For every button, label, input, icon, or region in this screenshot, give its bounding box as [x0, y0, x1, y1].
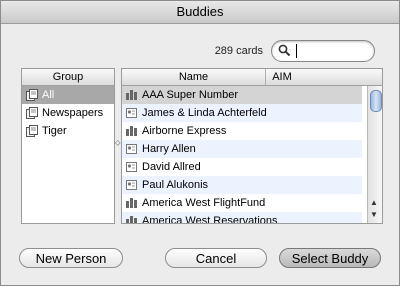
contact-name: America West Reservations: [142, 215, 278, 224]
company-icon: [126, 198, 137, 208]
list-item[interactable]: America West FlightFund: [122, 194, 362, 212]
search-field[interactable]: [271, 40, 375, 62]
card-count: 289 cards: [214, 45, 263, 57]
group-list: Group All Newspapers Tiger: [21, 68, 115, 224]
list-item[interactable]: Paul Alukonis: [122, 176, 362, 194]
name-list-header: Name AIM: [122, 69, 382, 86]
scroll-up-arrow-icon[interactable]: ▲: [370, 198, 378, 207]
contact-name: Paul Alukonis: [142, 179, 209, 191]
group-icon: [26, 107, 38, 119]
group-item-tiger[interactable]: Tiger: [22, 122, 114, 140]
scroll-down-arrow-icon[interactable]: ▼: [370, 210, 378, 219]
select-buddy-button[interactable]: Select Buddy: [279, 248, 381, 268]
contact-name: James & Linda Achterfeld: [142, 107, 267, 119]
text-cursor: [296, 44, 297, 58]
group-all-icon: [26, 89, 38, 101]
group-item-newspapers[interactable]: Newspapers: [22, 104, 114, 122]
group-label: All: [42, 89, 55, 101]
list-item[interactable]: Harry Allen: [122, 140, 362, 158]
name-list: Name AIM AAA Super Number James & Linda …: [121, 68, 383, 224]
list-item[interactable]: AAA Super Number: [122, 86, 362, 104]
contact-name: David Allred: [142, 161, 201, 173]
group-column-header[interactable]: Group: [22, 69, 114, 86]
contact-name: AAA Super Number: [142, 89, 238, 101]
person-card-icon: [126, 162, 137, 172]
person-card-icon: [126, 180, 137, 190]
split-view-grip-icon[interactable]: ⬦: [115, 138, 121, 148]
group-label: Tiger: [42, 125, 67, 137]
list-item[interactable]: Airborne Express: [122, 122, 362, 140]
person-card-icon: [126, 108, 137, 118]
buddies-dialog: Buddies 289 cards Group All Newspapers T…: [0, 0, 400, 286]
cancel-button[interactable]: Cancel: [165, 248, 267, 268]
person-card-icon: [126, 144, 137, 154]
list-item[interactable]: David Allred: [122, 158, 362, 176]
group-icon: [26, 125, 38, 137]
company-icon: [126, 90, 137, 100]
aim-column-header[interactable]: AIM: [266, 69, 298, 85]
company-icon: [126, 216, 137, 223]
company-icon: [126, 126, 137, 136]
group-label: Newspapers: [42, 107, 104, 119]
contact-name: Airborne Express: [142, 125, 227, 137]
name-column-header[interactable]: Name: [122, 69, 266, 85]
list-item[interactable]: America West Reservations: [122, 212, 362, 224]
list-item[interactable]: James & Linda Achterfeld: [122, 104, 362, 122]
new-person-button[interactable]: New Person: [19, 248, 123, 268]
window-title: Buddies: [1, 1, 399, 24]
magnifier-icon: [278, 44, 291, 57]
scrollbar-thumb[interactable]: [370, 90, 382, 112]
group-item-all[interactable]: All: [22, 86, 114, 104]
contact-name: Harry Allen: [142, 143, 196, 155]
vertical-scrollbar[interactable]: ▲ ▼: [367, 86, 382, 223]
contact-name: America West FlightFund: [142, 197, 266, 209]
